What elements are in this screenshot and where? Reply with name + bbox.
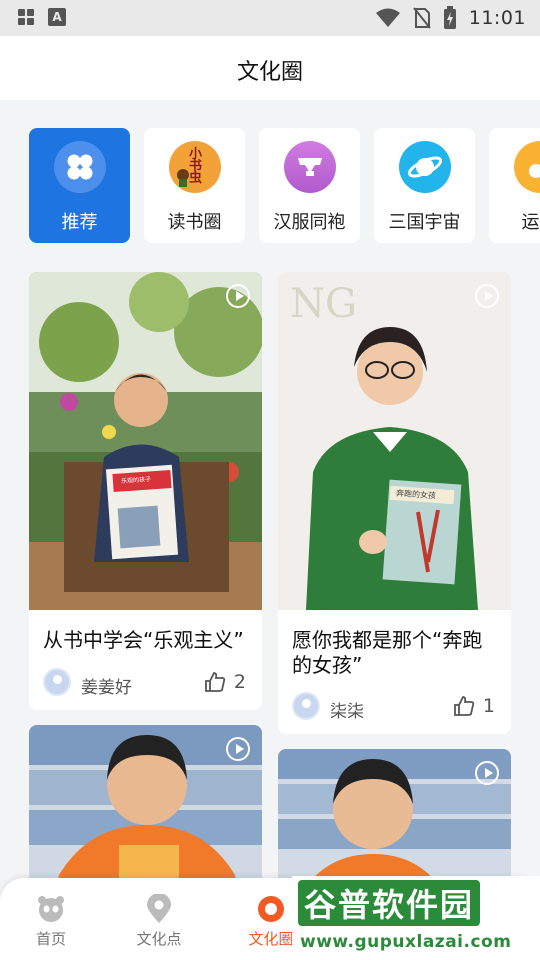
- wifi-icon: [375, 8, 400, 27]
- like-button[interactable]: 1: [453, 695, 495, 717]
- author-name[interactable]: 柒柒: [330, 697, 364, 722]
- post-card[interactable]: 乐观的孩子 从书中学会“乐观主义” 姜姜好 2: [29, 272, 262, 710]
- hanfu-icon: [284, 141, 336, 193]
- author-name[interactable]: 姜姜好: [81, 673, 132, 698]
- post-card[interactable]: NG 奔跑的女孩 愿你我都是那个“奔跑的女孩” 柒柒 1: [278, 272, 511, 734]
- battery-charging-icon: [443, 6, 456, 29]
- avatar[interactable]: [43, 668, 71, 696]
- notification-a-icon: A: [48, 8, 66, 26]
- play-icon: [226, 284, 250, 308]
- category-label: 汉服同袍: [273, 212, 346, 233]
- thumbs-up-icon: [205, 672, 226, 692]
- nav-culture-points[interactable]: 文化点: [114, 893, 204, 949]
- category-hanfu[interactable]: 汉服同袍: [259, 128, 360, 243]
- thumbs-up-icon: [454, 696, 475, 716]
- post-title: 愿你我都是那个“奔跑的女孩”: [292, 628, 483, 677]
- play-icon: [475, 284, 499, 308]
- clock: 11:01: [468, 7, 526, 29]
- grid-icon: [54, 141, 106, 193]
- category-label: 推荐: [61, 212, 98, 233]
- category-three-kingdoms[interactable]: 三国宇宙: [374, 128, 475, 243]
- site-watermark: 谷普软件园 www.gupuxlazai.com: [292, 876, 540, 960]
- no-sim-icon: [412, 7, 431, 29]
- video-thumbnail[interactable]: 乐观的孩子: [29, 272, 262, 610]
- post-title: 从书中学会“乐观主义”: [43, 628, 244, 652]
- category-label: 三国宇宙: [388, 212, 461, 233]
- category-reading[interactable]: 小书虫 读书圈: [144, 128, 245, 243]
- like-count: 1: [482, 695, 495, 717]
- category-label: 运动: [521, 212, 540, 233]
- nav-label: 文化点: [136, 930, 182, 948]
- nav-home[interactable]: 首页: [6, 894, 96, 949]
- category-sports[interactable]: 运动: [489, 128, 540, 243]
- like-count: 2: [233, 671, 246, 693]
- panda-icon: [37, 894, 65, 924]
- location-pin-icon: [145, 893, 173, 924]
- play-icon: [475, 761, 499, 785]
- play-icon: [226, 737, 250, 761]
- like-button[interactable]: 2: [204, 671, 246, 693]
- nav-label: 首页: [35, 930, 66, 948]
- page-header: 文化圈: [0, 36, 540, 100]
- watermark-url: www.gupuxlazai.com: [300, 932, 512, 952]
- planet-icon: [399, 141, 451, 193]
- video-thumbnail[interactable]: NG 奔跑的女孩: [278, 272, 511, 610]
- reading-icon: 小书虫: [169, 141, 221, 193]
- apps-icon: [18, 9, 34, 25]
- sports-icon: [514, 141, 540, 193]
- watermark-logo: 谷普软件园: [298, 880, 481, 926]
- category-label: 读书圈: [167, 212, 222, 233]
- page-title: 文化圈: [236, 60, 303, 85]
- category-scroller[interactable]: 推荐 小书虫 读书圈 汉服同袍 三国宇宙 运: [0, 128, 540, 244]
- avatar[interactable]: [292, 692, 320, 720]
- svg-text:NG: NG: [290, 281, 357, 327]
- status-bar: A 11:01: [0, 0, 540, 36]
- circle-icon: [257, 894, 285, 924]
- category-recommend[interactable]: 推荐: [29, 128, 130, 243]
- reading-icon-text: 小书虫: [189, 147, 203, 186]
